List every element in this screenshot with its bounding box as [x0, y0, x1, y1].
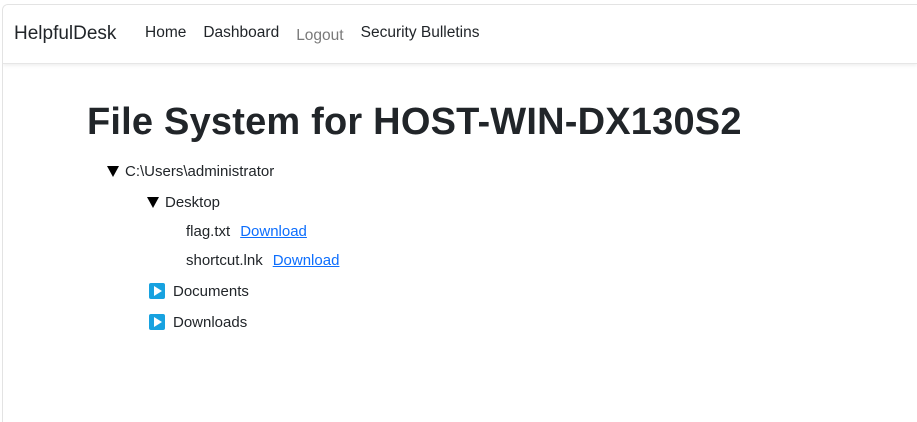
browser-viewport: HelpfulDesk Home Dashboard Logout Securi… — [2, 4, 917, 422]
tree-node-root[interactable]: C:\Users\administrator — [107, 161, 274, 181]
nav-link-logout[interactable]: Logout — [296, 26, 343, 46]
brand-link[interactable]: HelpfulDesk — [14, 23, 116, 45]
download-link[interactable]: Download — [240, 223, 307, 240]
tree-node-label: C:\Users\administrator — [125, 162, 275, 180]
nav-link-dashboard[interactable]: Dashboard — [203, 23, 279, 46]
nav-link-security-bulletins[interactable]: Security Bulletins — [361, 23, 480, 46]
nav-links: Home Dashboard Logout Security Bulletins — [145, 23, 497, 46]
tree-node-desktop[interactable]: Desktop — [147, 192, 220, 212]
tree-node-label: Documents — [173, 282, 249, 300]
caret-down-icon[interactable] — [147, 196, 159, 208]
play-icon[interactable] — [149, 314, 165, 330]
tree-node-label: Downloads — [173, 313, 248, 331]
download-link[interactable]: Download — [273, 252, 340, 269]
nav-link-home[interactable]: Home — [145, 23, 186, 46]
file-name: shortcut.lnk — [186, 251, 263, 269]
file-row: shortcut.lnk Download — [186, 250, 339, 270]
play-icon[interactable] — [149, 283, 165, 299]
file-name: flag.txt — [186, 222, 231, 240]
tree-node-label: Desktop — [165, 193, 221, 211]
tree-node-documents[interactable]: Documents — [149, 281, 249, 301]
tree-node-downloads[interactable]: Downloads — [149, 312, 247, 332]
file-row: flag.txt Download — [186, 221, 307, 241]
caret-down-icon[interactable] — [107, 165, 119, 177]
page-title: File System for HOST-WIN-DX130S2 — [87, 101, 742, 143]
navbar: HelpfulDesk Home Dashboard Logout Securi… — [3, 5, 917, 64]
